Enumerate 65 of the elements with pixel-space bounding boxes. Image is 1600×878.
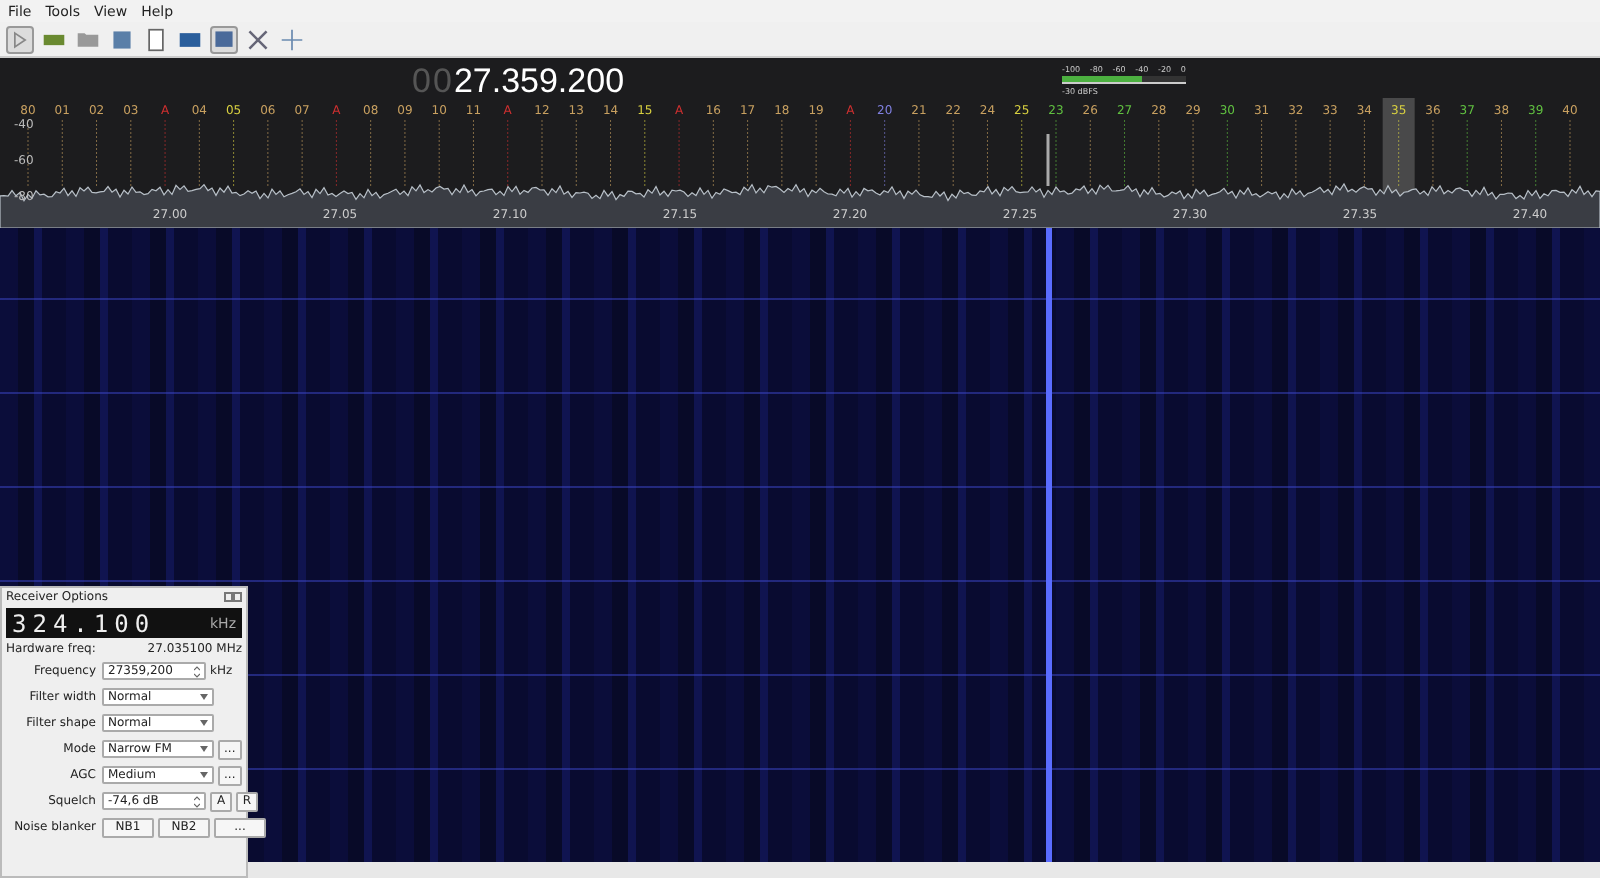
channel-marker-line bbox=[1192, 119, 1194, 187]
channel-marker-line bbox=[96, 119, 98, 187]
channel-marker-line bbox=[815, 119, 817, 187]
channel-marker-line bbox=[1535, 119, 1537, 187]
channel-marker-line bbox=[952, 119, 954, 187]
toolbar-button[interactable] bbox=[244, 25, 272, 53]
dock-buttons-icon[interactable] bbox=[224, 592, 242, 602]
channel-marker-line bbox=[233, 119, 235, 187]
channel-marker-line bbox=[1055, 119, 1057, 187]
caret-icon bbox=[200, 746, 208, 752]
toolbar-button[interactable] bbox=[210, 25, 238, 53]
channel-marker-line bbox=[198, 119, 200, 187]
tools-icon bbox=[248, 29, 268, 49]
folder-icon bbox=[77, 32, 99, 46]
caret-icon bbox=[200, 772, 208, 778]
channel-marker-line bbox=[1466, 119, 1468, 187]
channel-marker-line bbox=[164, 119, 166, 187]
channel-marker-line bbox=[1569, 119, 1571, 187]
channel-marker-line bbox=[507, 119, 509, 187]
signal-meter bbox=[1062, 76, 1186, 84]
channel-marker-line bbox=[678, 119, 680, 187]
play-icon bbox=[14, 30, 27, 48]
spinner-arrows-icon[interactable] bbox=[194, 665, 200, 677]
channel-marker-line bbox=[644, 119, 646, 187]
channel-marker-line bbox=[541, 119, 543, 187]
channel-marker-line bbox=[781, 119, 783, 187]
channel-marker-line bbox=[918, 119, 920, 187]
spinner-arrows-icon[interactable] bbox=[194, 795, 200, 807]
channel-marker-line bbox=[404, 119, 406, 187]
channel-marker-line bbox=[884, 119, 886, 187]
channel-marker-line bbox=[849, 119, 851, 187]
channel-marker-line bbox=[1500, 119, 1502, 187]
channel-marker-line bbox=[712, 119, 714, 187]
channel-marker-line bbox=[335, 119, 337, 187]
channel-marker-line bbox=[1295, 119, 1297, 187]
channel-marker-line bbox=[438, 119, 440, 187]
channel-marker-line bbox=[575, 119, 577, 187]
caret-icon bbox=[200, 694, 208, 700]
caret-icon bbox=[200, 720, 208, 726]
channel-marker-line bbox=[1398, 119, 1400, 187]
channel-marker-line bbox=[301, 119, 303, 187]
crosshair-icon bbox=[280, 27, 304, 51]
channel-marker-line bbox=[1124, 119, 1126, 187]
channel-marker-line bbox=[986, 119, 988, 187]
channel-marker-line bbox=[1261, 119, 1263, 187]
channel-marker-line bbox=[1089, 119, 1091, 187]
channel-marker-line bbox=[610, 119, 612, 187]
channel-marker-line bbox=[1158, 119, 1160, 187]
toolbar-button[interactable] bbox=[278, 25, 306, 53]
channel-marker-line bbox=[267, 119, 269, 187]
channel-marker-line bbox=[472, 119, 474, 187]
frequency-display[interactable]: 0027.359.200 bbox=[412, 62, 625, 102]
channel-marker-line bbox=[1021, 119, 1023, 187]
channel-marker-line bbox=[1226, 119, 1228, 187]
toolbar-button[interactable] bbox=[108, 25, 136, 53]
channel-marker-line bbox=[747, 119, 749, 187]
channel-marker-line bbox=[370, 119, 372, 187]
toolbar-button[interactable] bbox=[6, 25, 34, 53]
toolbar-button[interactable] bbox=[142, 25, 170, 53]
document-icon bbox=[148, 27, 164, 51]
channel-marker-line bbox=[61, 119, 63, 187]
channel-marker-line bbox=[1329, 119, 1331, 187]
channel-marker-line bbox=[1363, 119, 1365, 187]
channel-marker-line bbox=[130, 119, 132, 187]
channel-marker-line bbox=[1432, 119, 1434, 187]
